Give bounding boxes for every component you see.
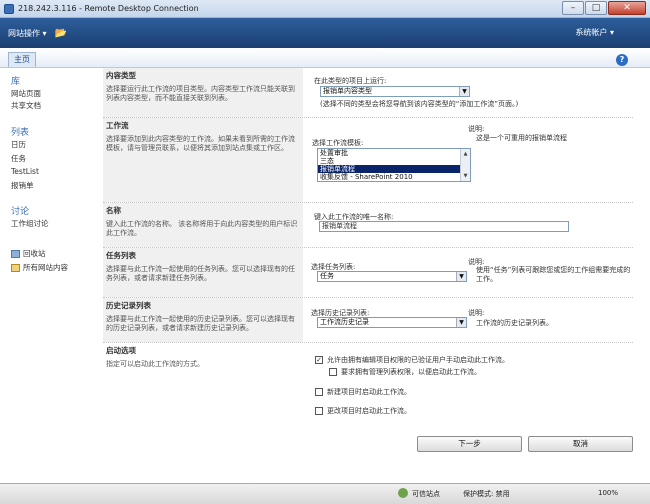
all-content-label: 所有网站内容 xyxy=(23,263,68,272)
close-button[interactable]: ✕ xyxy=(608,1,646,15)
ribbon-bar: 网站操作 ▾ 📂 系统帐户 ▾ xyxy=(0,18,650,48)
nav-heading-lists[interactable]: 列表 xyxy=(11,125,29,138)
quick-launch: 库 网站页面 共享文档 列表 日历 任务 TestList 报销单 讨论 工作组… xyxy=(0,68,100,483)
section-content-type: 内容类型 选择要运行此工作流的项目类型。内容类型工作流只能关联到列表内容类型，而… xyxy=(103,68,633,118)
nav-item-expense[interactable]: 报销单 xyxy=(11,180,34,191)
remote-desktop-icon xyxy=(4,3,14,14)
history-list-desc-label: 说明: xyxy=(468,309,485,317)
nav-heading-libraries[interactable]: 库 xyxy=(11,74,20,87)
task-list-select[interactable]: 任务 ▼ xyxy=(317,271,467,282)
list-item-selected[interactable]: 报销单流程 xyxy=(318,165,470,173)
account-menu[interactable]: 系统帐户 ▾ xyxy=(575,27,614,38)
cancel-button[interactable]: 取消 xyxy=(528,436,633,452)
navigate-up-icon[interactable]: 📂 xyxy=(55,28,67,39)
content-type-desc: 选择要运行此工作流的项目类型。内容类型工作流只能关联到列表内容类型，而不能直接关… xyxy=(106,85,295,102)
workflow-template-label: 选择工作流模板: xyxy=(312,139,364,147)
protected-mode-label: 保护模式: 禁用 xyxy=(463,490,510,498)
checkbox-icon xyxy=(329,368,337,376)
chevron-down-icon: ▼ xyxy=(456,272,466,281)
nav-item-all-content[interactable]: 所有网站内容 xyxy=(11,262,68,273)
minimize-button[interactable]: – xyxy=(562,1,584,15)
checkbox-icon xyxy=(315,407,323,415)
start-on-create-checkbox[interactable]: 新建项目时启动此工作流。 xyxy=(315,387,411,397)
nav-item-team-discussion[interactable]: 工作组讨论 xyxy=(11,218,49,229)
content-type-note: (选择不同的类型会将您导航到该内容类型的“添加工作流”页面。) xyxy=(320,100,519,108)
content-type-title: 内容类型 xyxy=(106,71,136,80)
nav-item-site-pages[interactable]: 网站页面 xyxy=(11,88,41,99)
chevron-down-icon: ▼ xyxy=(459,87,469,96)
history-list-desc: 选择要与此工作流一起使用的历史记录列表。您可以选择现有的历史记录列表，或者请求新… xyxy=(106,315,295,332)
start-options-title: 启动选项 xyxy=(106,346,136,355)
next-button[interactable]: 下一步 xyxy=(417,436,522,452)
trusted-sites-icon xyxy=(398,488,408,498)
section-name: 名称 键入此工作流的名称。 该名称将用于向此内容类型的用户标识此工作流。 键入此… xyxy=(103,203,633,248)
require-manage-checkbox[interactable]: 要求拥有管理列表权限，以便启动此工作流。 xyxy=(329,367,481,377)
window-title: 218.242.3.116 - Remote Desktop Connectio… xyxy=(18,4,199,13)
listbox-scrollbar[interactable]: ▲ ▼ xyxy=(460,149,470,181)
workflow-desc: 选择要添加到此内容类型的工作流。如果未看到所需的工作流模板，请与管理员联系，以便… xyxy=(106,135,295,152)
list-item[interactable]: 处置审批 xyxy=(318,149,470,157)
manual-start-checkbox[interactable]: ✓ 允许由拥有编辑项目权限的已验证用户手动启动此工作流。 xyxy=(315,355,509,365)
workflow-desc-value: 这是一个可重用的报销单流程 xyxy=(476,134,567,142)
start-options-desc: 指定可以启动此工作流的方式。 xyxy=(106,360,204,368)
workflow-template-listbox[interactable]: 处置审批 三态 报销单流程 收集反馈 - SharePoint 2010 ▲ ▼ xyxy=(317,148,471,182)
workflow-name-input[interactable]: 报销单流程 xyxy=(319,221,569,232)
nav-item-testlist[interactable]: TestList xyxy=(11,167,39,176)
trusted-sites-label: 可信站点 xyxy=(412,490,440,498)
section-history-list: 历史记录列表 选择要与此工作流一起使用的历史记录列表。您可以选择现有的历史记录列… xyxy=(103,298,633,343)
history-list-select[interactable]: 工作流历史记录 ▼ xyxy=(317,317,467,328)
window-titlebar: 218.242.3.116 - Remote Desktop Connectio… xyxy=(0,0,650,18)
nav-item-calendar[interactable]: 日历 xyxy=(11,139,26,150)
maximize-button[interactable]: □ xyxy=(585,1,607,15)
content-type-value: 报销单内容类型 xyxy=(323,87,372,95)
history-list-value: 工作流历史记录 xyxy=(320,318,369,326)
start-on-change-checkbox[interactable]: 更改项目时启动此工作流。 xyxy=(315,406,411,416)
content-type-select[interactable]: 报销单内容类型 ▼ xyxy=(320,86,470,97)
nav-item-shared-documents[interactable]: 共享文档 xyxy=(11,100,41,111)
section-task-list: 任务列表 选择要与此工作流一起使用的任务列表。您可以选择现有的任务列表，或者请求… xyxy=(103,248,633,298)
nav-item-recycle-bin[interactable]: 回收站 xyxy=(11,248,46,259)
chevron-down-icon: ▼ xyxy=(456,318,466,327)
site-actions-menu[interactable]: 网站操作 ▾ xyxy=(8,28,47,39)
workflow-title: 工作流 xyxy=(106,121,129,130)
task-list-desc: 选择要与此工作流一起使用的任务列表。您可以选择现有的任务列表，或者请求新建任务列… xyxy=(106,265,295,282)
scroll-down-icon[interactable]: ▼ xyxy=(461,171,470,181)
recycle-bin-label: 回收站 xyxy=(23,249,46,258)
all-content-icon xyxy=(11,264,20,272)
content-type-label: 在此类型的项目上运行: xyxy=(314,77,387,85)
scroll-up-icon[interactable]: ▲ xyxy=(461,149,470,159)
zoom-level[interactable]: 100% xyxy=(598,489,618,497)
nav-heading-discussions[interactable]: 讨论 xyxy=(11,204,29,217)
help-icon[interactable]: ? xyxy=(616,54,628,66)
history-list-desc-value: 工作流的历史记录列表。 xyxy=(476,319,553,327)
main-content: 内容类型 选择要运行此工作流的项目类型。内容类型工作流只能关联到列表内容类型，而… xyxy=(103,68,633,483)
checkbox-checked-icon: ✓ xyxy=(315,356,323,364)
task-list-desc-value: 使用“任务”列表可跟踪您或您的工作组需要完成的工作。 xyxy=(476,266,631,283)
browser-statusbar: 可信站点 保护模式: 禁用 100% xyxy=(0,483,650,504)
section-start-options: 启动选项 指定可以启动此工作流的方式。 ✓ 允许由拥有编辑项目权限的已验证用户手动… xyxy=(103,343,633,428)
name-desc: 键入此工作流的名称。 该名称将用于向此内容类型的用户标识此工作流。 xyxy=(106,220,298,237)
list-item[interactable]: 三态 xyxy=(318,157,470,165)
checkbox-icon xyxy=(315,388,323,396)
top-nav: 主页 ? xyxy=(0,48,650,68)
nav-item-tasks[interactable]: 任务 xyxy=(11,153,26,164)
recycle-bin-icon xyxy=(11,250,20,258)
tab-home[interactable]: 主页 xyxy=(8,52,36,67)
name-title: 名称 xyxy=(106,206,121,215)
list-item[interactable]: 收集反馈 - SharePoint 2010 xyxy=(318,173,470,181)
history-list-title: 历史记录列表 xyxy=(106,301,151,310)
task-list-value: 任务 xyxy=(320,272,334,280)
task-list-title: 任务列表 xyxy=(106,251,136,260)
